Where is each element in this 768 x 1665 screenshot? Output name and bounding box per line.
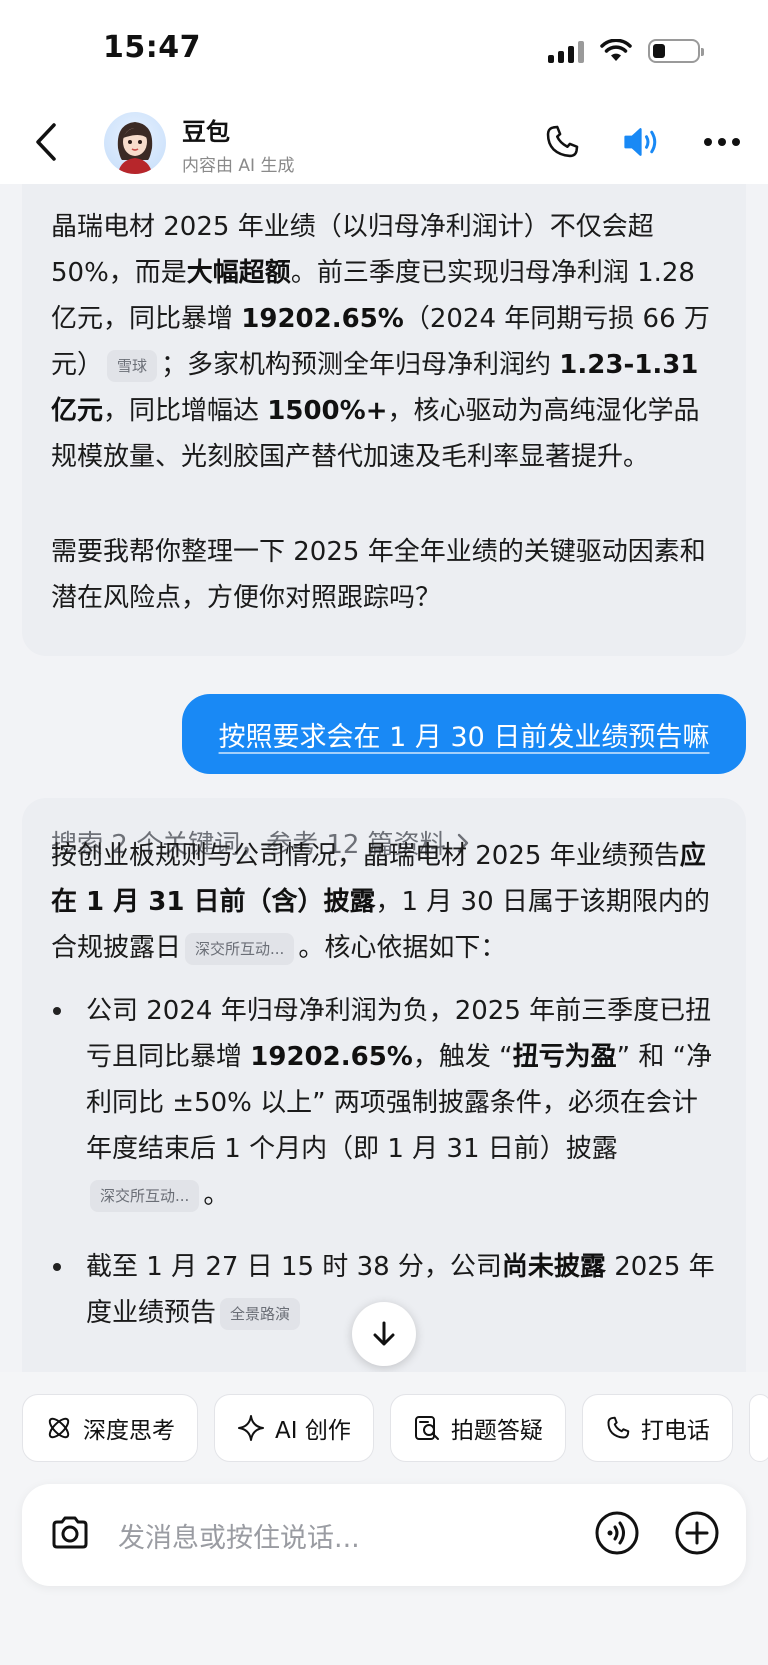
quick-action-ai-create[interactable]: AI 创作 (214, 1394, 374, 1462)
phone-icon (546, 125, 579, 158)
chip-label: 拍题答疑 (450, 1418, 543, 1444)
list-item: 公司 2024 年归母净利润为负，2025 年前三季度已扭亏且同比暴增 1920… (51, 988, 721, 1218)
scroll-to-bottom-button[interactable] (352, 1302, 416, 1366)
cellular-signal-icon (548, 39, 584, 63)
citation-chip[interactable]: 雪球 (107, 349, 158, 382)
more-button[interactable] (700, 120, 744, 164)
citation-chip[interactable]: 深交所互动... (185, 932, 295, 965)
bottom-panel: 深度思考 AI 创作 拍题答疑 打电话 发消息或按住说话... (0, 1372, 768, 1665)
atom-icon (48, 1417, 70, 1439)
chip-label: 深度思考 (83, 1418, 175, 1444)
avatar[interactable] (104, 112, 166, 174)
chat-message-list[interactable]: 晶瑞电材 2025 年业绩（以归母净利润计）不仅会超 50%，而是大幅超额。前三… (0, 184, 768, 1372)
voice-mode-button[interactable] (594, 1510, 640, 1560)
header-actions (540, 120, 744, 164)
chip-label: 打电话 (640, 1418, 710, 1444)
voice-wave-icon (595, 1511, 639, 1555)
quick-action-deep-think[interactable]: 深度思考 (22, 1394, 198, 1462)
add-attachment-button[interactable] (674, 1510, 720, 1560)
speaker-icon (624, 128, 657, 156)
plus-circle-icon (675, 1511, 719, 1555)
chat-title-block: 豆包 内容由 AI 生成 (182, 112, 294, 176)
ai-message-paragraph: 按创业板规则与公司情况，晶瑞电材 2025 年业绩预告应在 1 月 31 日前（… (51, 841, 710, 965)
scan-question-icon (414, 1416, 439, 1440)
ai-message-paragraph: 晶瑞电材 2025 年业绩（以归母净利润计）不仅会超 50%，而是大幅超额。前三… (51, 212, 710, 472)
back-button[interactable] (26, 118, 66, 166)
arrow-down-icon (373, 1321, 395, 1346)
more-dots-icon (704, 138, 740, 146)
chat-title: 豆包 (182, 118, 230, 146)
message-input[interactable]: 发消息或按住说话... (118, 1516, 360, 1555)
status-time: 15:47 (103, 30, 201, 65)
battery-icon (648, 39, 704, 63)
camera-icon (52, 1516, 88, 1549)
quick-action-more[interactable] (748, 1394, 768, 1462)
call-button[interactable] (540, 120, 584, 164)
user-message-text: 按照要求会在 1 月 30 日前发业绩预告嘛 (218, 721, 710, 753)
chat-header: 豆包 内容由 AI 生成 (0, 100, 768, 184)
quick-action-bar[interactable]: 深度思考 AI 创作 拍题答疑 打电话 (22, 1394, 768, 1462)
camera-button[interactable] (48, 1511, 92, 1559)
wifi-icon (600, 39, 632, 61)
message-composer[interactable]: 发消息或按住说话... (22, 1484, 746, 1586)
avatar-illustration (117, 122, 153, 174)
citation-chip[interactable]: 全景路演 (220, 1297, 301, 1330)
speaker-button[interactable] (620, 120, 664, 164)
ai-bullet-list: 公司 2024 年归母净利润为负，2025 年前三季度已扭亏且同比暴增 1920… (51, 988, 721, 1336)
chevron-left-icon (36, 123, 56, 161)
status-bar: 15:47 (0, 0, 768, 100)
phone-icon (607, 1416, 630, 1439)
citation-chip[interactable]: 深交所互动... (90, 1179, 200, 1212)
status-icons (548, 36, 704, 66)
user-message-bubble[interactable]: 按照要求会在 1 月 30 日前发业绩预告嘛 (182, 694, 746, 774)
chip-label: AI 创作 (275, 1418, 351, 1444)
ai-generated-note: 内容由 AI 生成 (182, 156, 295, 176)
quick-action-photo-question[interactable]: 拍题答疑 (389, 1394, 566, 1462)
sparkle-icon (238, 1415, 264, 1441)
quick-action-call[interactable]: 打电话 (581, 1394, 733, 1462)
ai-followup-question: 需要我帮你整理一下 2025 年全年业绩的关键驱动因素和潜在风险点，方便你对照跟… (51, 537, 706, 613)
